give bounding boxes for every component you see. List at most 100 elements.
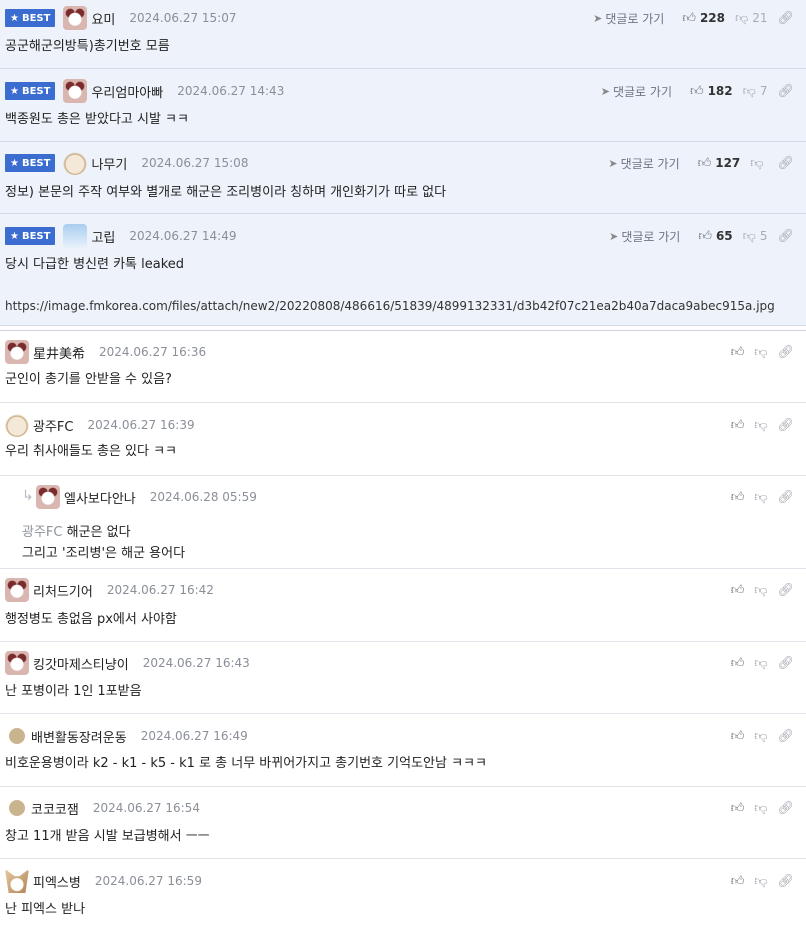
comment: 피엑스병 2024.06.27 16:59 👍︎ 👎︎ 🔗︎ 난 피엑스 받나 <box>0 859 806 929</box>
star-icon: ★ <box>10 230 19 242</box>
avatar[interactable] <box>5 413 29 437</box>
avatar[interactable] <box>5 651 29 675</box>
thumbs-down-icon[interactable]: 👎︎ <box>754 874 767 889</box>
avatar[interactable] <box>9 728 25 744</box>
send-arrow-icon: ➤ <box>593 11 603 25</box>
comment-date: 2024.06.27 16:39 <box>87 418 195 432</box>
comment-date: 2024.06.27 16:42 <box>106 583 214 597</box>
thumbs-up-icon[interactable]: 👍︎ <box>731 656 745 671</box>
link-icon[interactable]: 🔗︎ <box>777 801 794 816</box>
comment: 코코코잼 2024.06.27 16:54 👍︎ 👎︎ 🔗︎ 창고 11개 받음… <box>0 787 806 859</box>
avatar[interactable] <box>36 485 60 509</box>
best-badge: ★ BEST <box>5 9 56 27</box>
best-badge: ★ BEST <box>5 154 56 172</box>
comment-text: 백종원도 총은 받았다고 시발 ㅋㅋ <box>5 112 189 127</box>
nickname[interactable]: 星井美希 <box>33 343 85 362</box>
thumbs-up-icon[interactable]: 👍︎ <box>731 490 745 505</box>
link-icon[interactable]: 🔗︎ <box>777 229 794 244</box>
thumbs-up-icon: 👍︎ <box>697 155 712 171</box>
link-icon[interactable]: 🔗︎ <box>777 656 794 671</box>
downvote-button[interactable]: 👎︎ <box>750 156 767 171</box>
comment-body: 광주FC 해군은 없다 그리고 '조리병'은 해군 용어다 <box>22 522 796 564</box>
comment-date: 2024.06.27 16:54 <box>92 801 200 815</box>
avatar[interactable] <box>9 800 25 816</box>
nickname[interactable]: 광주FC <box>33 416 73 435</box>
thumbs-up-icon[interactable]: 👍︎ <box>731 801 745 816</box>
thumbs-up-icon[interactable]: 👍︎ <box>731 729 745 744</box>
nickname[interactable]: 고립 <box>91 227 115 246</box>
comment-text: 난 피엑스 받나 <box>5 902 86 917</box>
thumbs-down-icon[interactable]: 👎︎ <box>754 490 767 505</box>
link-icon[interactable]: 🔗︎ <box>777 583 794 598</box>
link-icon[interactable]: 🔗︎ <box>777 418 794 433</box>
avatar[interactable] <box>5 869 29 893</box>
comment-date: 2024.06.27 15:07 <box>129 11 237 25</box>
thumbs-down-icon: 👎︎ <box>742 228 756 244</box>
nickname[interactable]: 엘사보다안나 <box>64 488 136 507</box>
comment-text: 군인이 총기를 안받을 수 있음? <box>5 372 172 387</box>
comment-text: 창고 11개 받음 시발 보급병해서 ㅡㅡ <box>5 829 210 844</box>
comment-date: 2024.06.27 16:49 <box>140 729 248 743</box>
thumbs-up-icon[interactable]: 👍︎ <box>731 583 745 598</box>
best-badge: ★ BEST <box>5 227 56 245</box>
thumbs-down-icon[interactable]: 👎︎ <box>754 418 767 433</box>
comment-date: 2024.06.28 05:59 <box>149 490 257 504</box>
link-icon[interactable]: 🔗︎ <box>777 84 794 99</box>
best-badge: ★ BEST <box>5 82 56 100</box>
avatar[interactable] <box>63 79 88 103</box>
avatar[interactable] <box>5 340 29 364</box>
nickname[interactable]: 피엑스병 <box>33 872 81 891</box>
star-icon: ★ <box>10 12 19 24</box>
thumbs-down-icon[interactable]: 👎︎ <box>754 729 767 744</box>
comment: 배변활동장려운동 2024.06.27 16:49 👍︎ 👎︎ 🔗︎ 비호운용병… <box>0 714 806 787</box>
thumbs-down-icon[interactable]: 👎︎ <box>754 801 767 816</box>
nickname[interactable]: 리처드기어 <box>33 581 93 600</box>
reply-arrow-icon: ↳ <box>22 488 34 504</box>
nickname[interactable]: 우리엄마아빠 <box>91 82 163 101</box>
upvote-button[interactable]: 👍︎ 228 <box>682 11 725 26</box>
reply-target[interactable]: 광주FC <box>22 525 62 540</box>
downvote-button[interactable]: 👎︎ 21 <box>735 11 767 26</box>
upvote-button[interactable]: 👍︎ 182 <box>690 84 733 99</box>
upvote-button[interactable]: 👍︎ 65 <box>698 229 732 244</box>
nickname[interactable]: 요미 <box>91 9 115 28</box>
link-icon[interactable]: 🔗︎ <box>777 874 794 889</box>
nickname[interactable]: 킹갓마제스티냥이 <box>33 654 129 673</box>
goto-comment-link[interactable]: ➤ 댓글로 가기 <box>609 228 680 245</box>
avatar[interactable] <box>63 224 88 248</box>
star-icon: ★ <box>10 157 19 169</box>
link-icon[interactable]: 🔗︎ <box>777 490 794 505</box>
upvote-button[interactable]: 👍︎ 127 <box>698 156 741 171</box>
comment-text: 비호운용병이라 k2 - k1 - k5 - k1 로 총 너무 바뀌어가지고 … <box>5 756 487 771</box>
comment-text: 난 포병이라 1인 1포받음 <box>5 684 142 699</box>
avatar[interactable] <box>5 578 29 602</box>
comment-list: ★ BEST 요미 2024.06.27 15:07 ➤ 댓글로 가기 👍︎ 228 … <box>0 0 806 929</box>
avatar[interactable] <box>63 6 88 30</box>
nickname[interactable]: 나무기 <box>91 154 127 173</box>
link-icon[interactable]: 🔗︎ <box>777 11 794 26</box>
comment-text-line2: 그리고 '조리병'은 해군 용어다 <box>22 546 186 561</box>
link-icon[interactable]: 🔗︎ <box>777 345 794 360</box>
link-icon[interactable]: 🔗︎ <box>777 156 794 171</box>
best-comment: ★ BEST 요미 2024.06.27 15:07 ➤ 댓글로 가기 👍︎ 228 … <box>0 0 806 69</box>
thumbs-up-icon[interactable]: 👍︎ <box>731 345 745 360</box>
avatar[interactable] <box>63 151 88 175</box>
nickname[interactable]: 배변활동장려운동 <box>31 727 127 746</box>
comment: 킹갓마제스티냥이 2024.06.27 16:43 👍︎ 👎︎ 🔗︎ 난 포병이… <box>0 642 806 714</box>
attachment-link[interactable]: https://image.fmkorea.com/files/attach/n… <box>5 296 796 317</box>
downvote-button[interactable]: 👎︎ 5 <box>743 229 768 244</box>
goto-comment-link[interactable]: ➤ 댓글로 가기 <box>601 83 672 100</box>
downvote-button[interactable]: 👎︎ 7 <box>743 84 768 99</box>
thumbs-down-icon[interactable]: 👎︎ <box>754 583 767 598</box>
link-icon[interactable]: 🔗︎ <box>777 729 794 744</box>
thumbs-down-icon: 👎︎ <box>750 155 764 171</box>
star-icon: ★ <box>10 85 19 97</box>
thumbs-down-icon[interactable]: 👎︎ <box>754 656 767 671</box>
thumbs-up-icon[interactable]: 👍︎ <box>731 418 745 433</box>
goto-comment-link[interactable]: ➤ 댓글로 가기 <box>593 10 664 27</box>
thumbs-up-icon[interactable]: 👍︎ <box>731 874 745 889</box>
thumbs-down-icon[interactable]: 👎︎ <box>754 345 767 360</box>
nickname[interactable]: 코코코잼 <box>31 799 79 818</box>
goto-comment-link[interactable]: ➤ 댓글로 가기 <box>608 155 679 172</box>
comment-text: 정보) 본문의 주작 여부와 별개로 해군은 조리병이라 칭하며 개인화기가 따… <box>5 185 447 200</box>
